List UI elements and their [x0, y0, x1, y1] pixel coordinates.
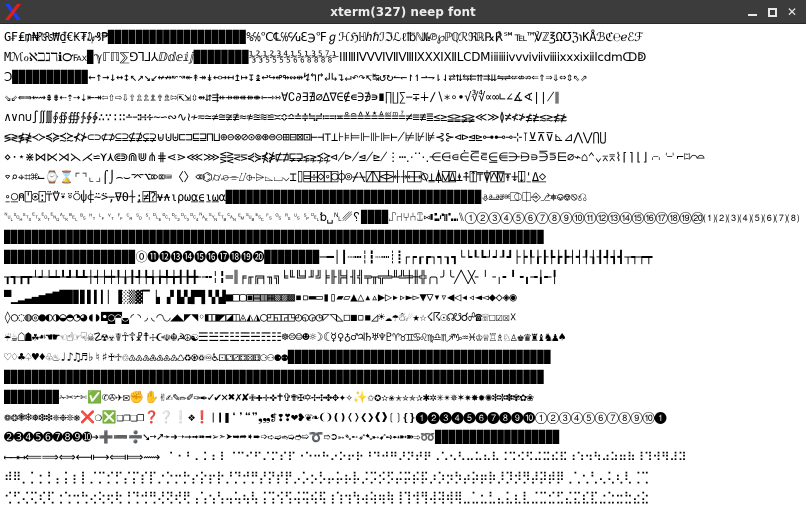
close-icon: ✕: [786, 5, 798, 19]
glyph-row: ◊○◌◍◎●◐◑◒◓◔◕◖◗◘◙◚◛◜◝◞◟◠◡◢◣◤◥◦◧◨◩◪◫◬◭◮◯◰◱…: [4, 310, 517, 324]
glyph-row: ▉▉▉▉▉▉▉▉✁✂✃✄✅✆✇✈✉✊✋✌✍✎✏✐✑✒✓✔✕✖✗✘✙✚✛✜✝✞✟✠…: [4, 390, 534, 404]
terminal-area[interactable]: G₣₤₥₦₧₨₩₫€₭₮₯₰₱▉▉▉▉▉▉▉▉▉▉▉▉▉▉▉▉▉▉▉▉%℅℃℄℅…: [0, 25, 806, 529]
maximize-icon: [767, 7, 777, 17]
glyph-row: ⋄⋅⋆⋇⋈⋉⋊⋋⋌⋍⋎⋏⋐⋑⋒⋓⋔⋕⋖⋗⋘⋙⋚⋛⋜⋝⋞⋟⋠⋡⋢⋣⋤⋥⋦⋧⋨⋩⋪⋫…: [4, 150, 705, 164]
title-bar[interactable]: xterm(327) neep font ✕: [0, 0, 806, 24]
glyph-row: ➋➌➍➎➏➐➑➒➓➔➕➖➗➘➙➚➛➜➝➞➟➠➡➢➣➤➥➦➧➨➩➪➫➬➭➮➯➰➱➲…: [4, 430, 560, 444]
glyph-row: ▉▉▉▉▉▉▉▉▉▉▉▉▉▉▉▉▉▉▉▉▉▉▉▉▉▉▉▉▉▉▉▉▉▉▉▉▉▉▉▉…: [4, 230, 545, 244]
glyph-row: Mℳℴℵℶℷℸℹ℺℻▉ℽℾℿ⅀⅁⅂⅃⅄ⅅⅆⅇⅈⅉ▉▉▉▉▉▉▉▉⅓⅔⅕⅖⅗⅘⅙⅚…: [4, 50, 647, 64]
glyph-row: ▉▉▉▉▉▉▉▉▉▉▉▉▉▉▉▉▉▉▉⓪⓫⓬⓭⓮⓯⓰⓱⓲⓳⓴▉▉▉▉▉▉▉▉─━…: [4, 250, 653, 264]
window-title: xterm(327) neep font: [330, 5, 476, 19]
glyph-row: ❁❂❃❄❅❆❇❈❉❊❋❌❍❎❏❐❑❒❓❔❕❖❗❘❙❚❛❜❝❞❟❠❡❢❣❤❥❦❧❨…: [4, 410, 667, 424]
minimize-icon: [747, 14, 757, 16]
glyph-row: ⟵⟶⟷⟸⟹⟺⟻⟼⟽⟾⟿⠀⠁⠂⠃⠄⠅⠆⠇⠈⠉⠊⠋⠌⠍⠎⠏⠐⠑⠒⠓⠔⠕⠖⠗⠘⠙⠚⠛⠜…: [4, 450, 687, 464]
glyph-row: ┰┱┲┳┴┵┶┷┸┹┺┻┼┽┾┿╀╁╂╃╄╅╆╇╈╉╊╋╌╍╎╏═║╒╓╔╕╖╗…: [4, 270, 558, 284]
glyph-row: ⌔⌕⌖⌗⌘⌙⌚⌛⌜⌝⌞⌟⌠⌡⌢⌣⌤⌥⌦⌧⌨〈〉⌫⌬⌭⌮⌯⌰⌱⌲⌳⌴⌵⌶⌷⌸⌹⌺⌻…: [4, 170, 546, 184]
glyph-row: ≶≷≸≹≺≻≼≽≾≿⊀⊁⊂⊃⊄⊅⊆⊇⊈⊉⊊⊋⊌⊍⊎⊏⊐⊑⊒⊓⊔⊕⊖⊗⊘⊙⊚⊛⊜⊝…: [4, 130, 607, 144]
glyph-row: ⢊⢋⢌⢍⢎⢏⢐⢑⢒⢓⢔⢕⢖⢗⢘⢙⢚⢛⢜⢝⢞⢟⢠⢡⢢⢣⢤⢥⢦⢧⢨⢩⢪⢫⢬⢭⢮⢯⢰⢱…: [4, 490, 650, 504]
xterm-window: xterm(327) neep font ✕ G₣₤₥₦₧₨₩₫€₭₮₯₰₱▉▉…: [0, 0, 806, 529]
maximize-button[interactable]: [764, 4, 780, 20]
glyph-row: G₣₤₥₦₧₨₩₫€₭₮₯₰₱▉▉▉▉▉▉▉▉▉▉▉▉▉▉▉▉▉▉▉▉%℅℃℄℅…: [4, 30, 644, 44]
glyph-row: ⍛⍜⍝⍞⍟⍠⍡⍢⍣⍤⍥⍦⍧⍨⍩⍪⍫⍬⍭⍮⍯⍰⍱⍲⍳⍴⍵⍶⍷⍸⍹⍺▉▉▉▉▉▉▉▉…: [4, 190, 587, 204]
glyph-row: ⠾⠿⡀⡁⡂⡃⡄⡅⡆⡇⡈⡉⡊⡋⡌⡍⡎⡏⡐⡑⡒⡓⡔⡕⡖⡗⡘⡙⡚⡛⡜⡝⡞⡟⡠⡡⡢⡣⡤⡥…: [4, 470, 650, 484]
minimize-button[interactable]: [744, 4, 760, 20]
glyph-row: ⇘⇙⇚⇛⇜⇝⇞⇟⇠⇡⇢⇣⇤⇥⇦⇧⇨⇩⇪⇫⇬⇭⇮⇯⇰⇱⇲⇳⇴⇵⇶⇷⇸⇹⇺⇻⇼⇽⇾⇿…: [4, 90, 560, 104]
glyph-row: ♡♢♣♤♥♦♧♨♩♪♫♬♭♮♯♰♱♲♳♴♵♶♷♸♹♺♻♼♽♾♿⚀⚁⚂⚃⚄⚅⚆⚇⚈…: [4, 350, 552, 364]
glyph-row: Ↄ▉▉▉▉▉▉▉▉▉▉▉←↑→↓↔↕↖↗↘↙↚↛↜↝↞↟↠↡↢↣↤↥↦↧↨↩↪↫…: [4, 70, 587, 84]
glyph-row: ☔☕☖☗☘☙☚☛☜☝☞☟☠☡☢☣☤☥☦☧☨☩☪☫☬☭☮☯☰☱☲☳☴☵☶☷☸☹☺☻…: [4, 330, 566, 344]
glyph-row: ␀␁␂␃␄␅␆␇␈␉␊␋␌␍␎␏␐␑␒␓␔␕␖␗␘␙␚␛␜␝␞␟␠␡␢␣␤␥␦▉…: [4, 210, 799, 224]
close-button[interactable]: ✕: [784, 4, 800, 20]
glyph-row: ∧∨∩∪∫∬∭∮∯∰∱∲∳∴∵∶∷∸∹∺∻∼∽∾∿≀≁≂≃≄≅≆≇≈≉≊≋≌≍≎…: [4, 110, 567, 124]
glyph-row: ▀▁▂▃▄▅▆▇█▉▊▋▌▍▎▏▐░▒▓▔▕▖▗▘▙▚▛▜▝▞▟■□▢▣▤▥▦▧…: [4, 290, 517, 304]
x-logo-icon[interactable]: [4, 3, 22, 21]
glyph-row: ▉▉▉▉▉▉▉▉▉▉▉▉▉▉▉▉▉▉▉▉▉▉▉▉▉▉▉▉▉▉▉▉▉▉▉▉▉▉▉▉…: [4, 370, 545, 384]
